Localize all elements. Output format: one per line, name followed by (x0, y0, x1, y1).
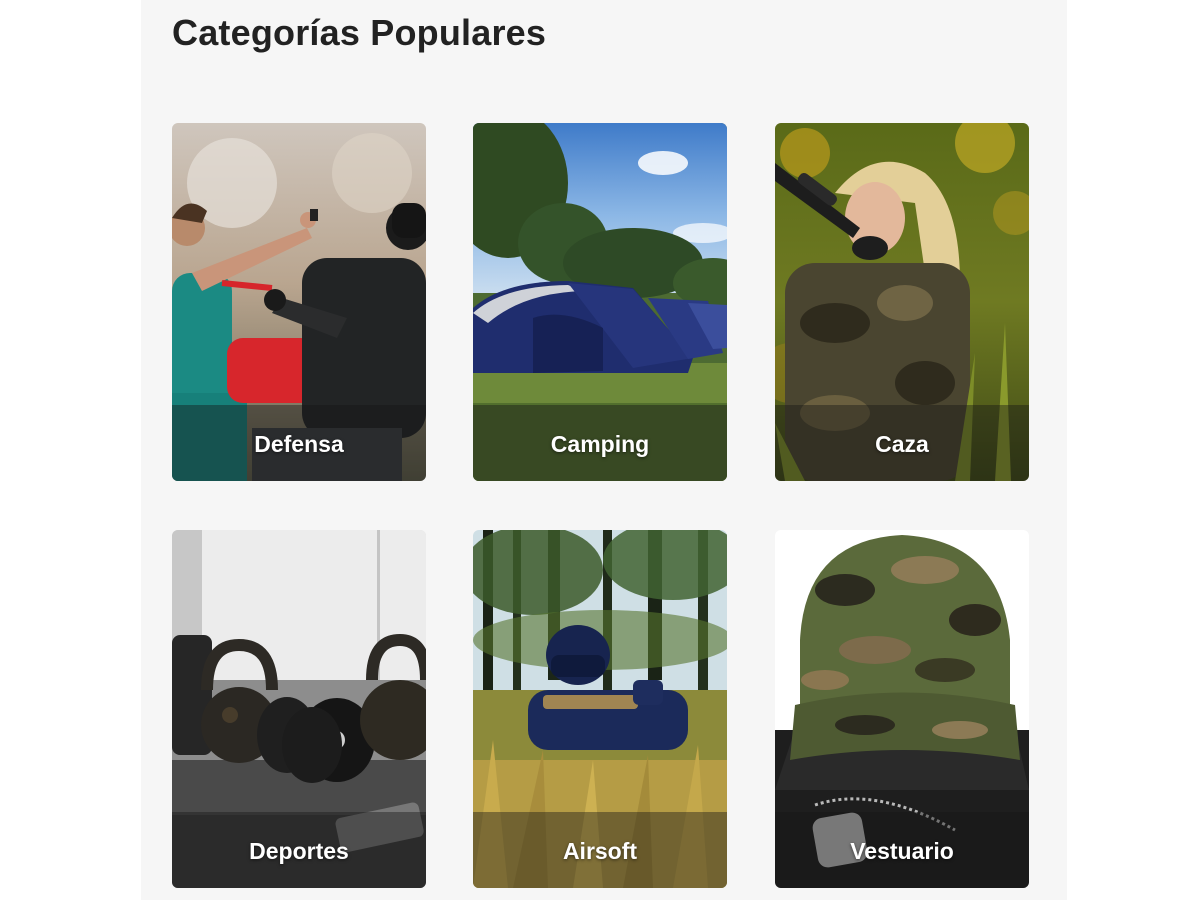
category-label: Deportes (249, 838, 349, 864)
category-card-caza[interactable]: Caza (775, 123, 1029, 481)
category-label: Camping (550, 431, 650, 457)
category-card-defensa[interactable]: Defensa (172, 123, 426, 481)
popular-categories-section: Categorías Populares Defensa Camping Caz… (141, 0, 1067, 900)
category-label: Vestuario (850, 838, 954, 864)
category-card-airsoft[interactable]: Airsoft (473, 530, 727, 888)
section-title: Categorías Populares (172, 12, 547, 53)
category-card-vestuario[interactable]: Vestuario (775, 530, 1029, 888)
category-card-camping[interactable]: Camping (473, 123, 727, 481)
category-label: Caza (875, 431, 929, 457)
category-label: Airsoft (562, 838, 638, 864)
category-label: Defensa (254, 431, 344, 457)
category-card-deportes[interactable]: Deportes (172, 530, 426, 888)
